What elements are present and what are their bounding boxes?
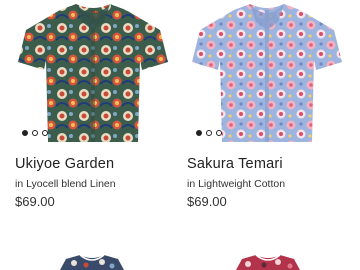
carousel-dot[interactable] [22, 130, 28, 136]
carousel-dots[interactable] [22, 130, 48, 136]
shirt-icon [236, 254, 300, 270]
product-image[interactable] [12, 0, 174, 144]
shirt-icon [18, 4, 168, 142]
carousel-dots[interactable] [196, 130, 222, 136]
product-image[interactable] [186, 0, 348, 144]
product-price: $69.00 [187, 194, 227, 209]
product-image-next-left[interactable] [52, 253, 132, 270]
carousel-dot[interactable] [206, 130, 212, 136]
carousel-dot[interactable] [32, 130, 38, 136]
product-title[interactable]: Sakura Temari [187, 156, 283, 172]
product-image-next-right[interactable] [228, 253, 308, 270]
product-title[interactable]: Ukiyoe Garden [15, 156, 114, 172]
product-material: in Lyocell blend Linen [15, 178, 116, 190]
carousel-dot[interactable] [42, 130, 48, 136]
product-card-ukiyoe-garden[interactable]: Ukiyoe Garden in Lyocell blend Linen $69… [12, 0, 174, 209]
product-price: $69.00 [15, 194, 55, 209]
shirt-icon [60, 254, 124, 270]
product-card-sakura-temari[interactable]: Sakura Temari in Lightweight Cotton $69.… [186, 0, 348, 209]
carousel-dot[interactable] [216, 130, 222, 136]
carousel-dot[interactable] [196, 130, 202, 136]
product-material: in Lightweight Cotton [187, 178, 286, 190]
shirt-icon [192, 4, 342, 142]
